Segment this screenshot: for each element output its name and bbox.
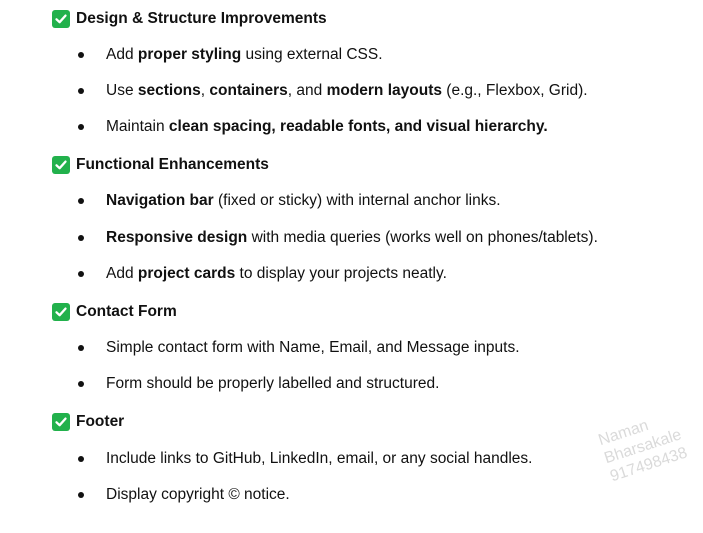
checkmark-box-icon <box>52 413 70 431</box>
bullet-dot-icon <box>78 492 84 498</box>
list-item-text: Include links to GitHub, LinkedIn, email… <box>106 450 532 468</box>
bold-text-segment: proper styling <box>137 46 242 63</box>
list-item: Use sections, containers, and modern lay… <box>78 81 588 101</box>
list-item-text: Navigation bar (fixed or sticky) with in… <box>106 192 501 210</box>
list-item: Display copyright © notice. <box>78 485 290 505</box>
bullet-dot-icon <box>78 52 84 58</box>
list-item-text: Add project cards to display your projec… <box>106 265 447 283</box>
text-segment: Include links to GitHub, LinkedIn, email… <box>106 450 533 467</box>
text-segment: using external CSS. <box>241 46 383 63</box>
section-title: Functional Enhancements <box>76 156 269 173</box>
list-item: Simple contact form with Name, Email, an… <box>78 338 520 358</box>
checkmark-box-icon <box>52 156 70 174</box>
section-title: Footer <box>76 413 125 430</box>
bold-text-segment: sections <box>137 82 201 99</box>
checkmark-box-icon <box>52 10 70 28</box>
list-item: Add proper styling using external CSS. <box>78 45 383 65</box>
bullet-dot-icon <box>78 345 84 351</box>
section-title: Contact Form <box>76 303 177 320</box>
text-segment: Display copyright © notice. <box>106 486 290 503</box>
list-item: Navigation bar (fixed or sticky) with in… <box>78 191 501 211</box>
section-title: Design & Structure Improvements <box>76 10 327 27</box>
text-segment: Add <box>106 46 138 63</box>
section-header: Functional Enhancements <box>52 155 269 175</box>
bullet-dot-icon <box>78 124 84 130</box>
list-item: Responsive design with media queries (wo… <box>78 228 598 248</box>
list-item: Add project cards to display your projec… <box>78 264 447 284</box>
bold-text-segment: containers <box>209 82 288 99</box>
section-header: Footer <box>52 412 124 432</box>
text-segment: (e.g., Flexbox, Grid). <box>441 82 588 99</box>
text-segment: with media queries (works well on phones… <box>247 229 598 246</box>
list-item: Include links to GitHub, LinkedIn, email… <box>78 449 532 469</box>
bold-text-segment: project cards <box>137 265 236 282</box>
text-segment: Add <box>106 265 138 282</box>
list-item-text: Simple contact form with Name, Email, an… <box>106 339 520 357</box>
bullet-dot-icon <box>78 381 84 387</box>
text-segment: Use <box>106 82 138 99</box>
bold-text-segment: clean spacing, readable fonts, and visua… <box>168 118 548 135</box>
watermark: Naman Bharsakale 917498438 <box>596 407 690 486</box>
list-item-text: Display copyright © notice. <box>106 486 290 504</box>
section-header: Design & Structure Improvements <box>52 9 327 29</box>
bold-text-segment: Responsive design <box>106 229 248 246</box>
bullet-dot-icon <box>78 198 84 204</box>
list-item: Maintain clean spacing, readable fonts, … <box>78 117 548 137</box>
bullet-dot-icon <box>78 456 84 462</box>
section-header: Contact Form <box>52 302 177 322</box>
text-segment: Form should be properly labelled and str… <box>106 375 440 392</box>
list-item: Form should be properly labelled and str… <box>78 374 439 394</box>
checkmark-box-icon <box>52 303 70 321</box>
list-item-text: Use sections, containers, and modern lay… <box>106 82 588 100</box>
bold-text-segment: Navigation bar <box>106 192 214 209</box>
text-segment: , and <box>287 82 327 99</box>
list-item-text: Responsive design with media queries (wo… <box>106 229 598 247</box>
bold-text-segment: modern layouts <box>326 82 442 99</box>
text-segment: (fixed or sticky) with internal anchor l… <box>213 192 501 209</box>
bullet-dot-icon <box>78 235 84 241</box>
text-segment: Maintain <box>106 118 169 135</box>
list-item-text: Form should be properly labelled and str… <box>106 375 439 393</box>
text-segment: Simple contact form with Name, Email, an… <box>106 339 520 356</box>
list-item-text: Maintain clean spacing, readable fonts, … <box>106 118 548 136</box>
list-item-text: Add proper styling using external CSS. <box>106 46 383 64</box>
bullet-dot-icon <box>78 88 84 94</box>
text-segment: to display your projects neatly. <box>235 265 447 282</box>
bullet-dot-icon <box>78 271 84 277</box>
